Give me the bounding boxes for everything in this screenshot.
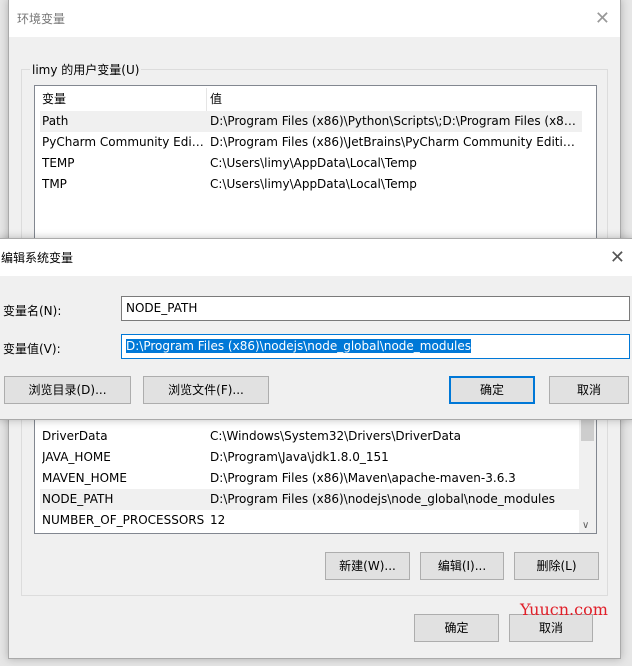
- browse-file-button[interactable]: 浏览文件(F)...: [143, 376, 269, 404]
- variable-name: JAVA_HOME: [42, 450, 111, 464]
- selected-text: D:\Program Files (x86)\nodejs\node_globa…: [126, 339, 472, 353]
- table-row[interactable]: TMP C:\Users\limy\AppData\Local\Temp: [40, 174, 582, 195]
- variable-name-input[interactable]: NODE_PATH: [121, 296, 630, 321]
- ok-button[interactable]: 确定: [414, 614, 499, 642]
- column-header-value[interactable]: 值: [210, 88, 582, 111]
- scrollbar-thumb[interactable]: [581, 419, 594, 441]
- table-row[interactable]: JAVA_HOME D:\Program\Java\jdk1.8.0_151: [40, 447, 582, 468]
- table-row[interactable]: NUMBER_OF_PROCESSORS 12: [40, 510, 582, 531]
- variable-value: D:\Program Files (x86)\Maven\apache-mave…: [210, 471, 516, 485]
- title-bar: 编辑系统变量: [0, 239, 632, 276]
- column-header-name[interactable]: 变量: [42, 88, 207, 111]
- variable-name: DriverData: [42, 429, 108, 443]
- list-header: 变量 值: [40, 88, 582, 111]
- variable-name: Path: [42, 114, 69, 128]
- user-variables-label: limy 的用户变量(U): [30, 61, 142, 78]
- variable-value: D:\Program Files (x86)\JetBrains\PyCharm…: [210, 135, 582, 149]
- user-variables-list[interactable]: 变量 值 Path D:\Program Files (x86)\Python\S…: [34, 85, 597, 245]
- variable-value: C:\Users\limy\AppData\Local\Temp: [210, 156, 417, 170]
- table-row[interactable]: Path D:\Program Files (x86)\Python\Script…: [40, 111, 582, 132]
- table-row[interactable]: TEMP C:\Users\limy\AppData\Local\Temp: [40, 153, 582, 174]
- variable-value: C:\Windows\System32\Drivers\DriverData: [210, 429, 461, 443]
- variable-value: D:\Program Files (x86)\Python\Scripts\;D…: [210, 114, 582, 128]
- edit-button[interactable]: 编辑(I)...: [420, 552, 504, 580]
- table-row[interactable]: DriverData C:\Windows\System32\Drivers\Dr…: [40, 426, 582, 447]
- title-bar: 环境变量: [9, 0, 620, 37]
- system-variables-list[interactable]: DriverData C:\Windows\System32\Drivers\Dr…: [34, 400, 597, 534]
- variable-name-label: 变量名(N):: [3, 304, 62, 318]
- variable-value-label: 变量值(V):: [3, 342, 61, 356]
- browse-directory-button[interactable]: 浏览目录(D)...: [4, 376, 131, 404]
- ok-button[interactable]: 确定: [449, 376, 535, 404]
- variable-value: D:\Program\Java\jdk1.8.0_151: [210, 450, 389, 464]
- edit-system-variable-dialog: 编辑系统变量 ✕ 变量名(N): NODE_PATH 变量值(V): D:\Pr…: [0, 238, 632, 420]
- watermark: Yuucn.com: [520, 600, 608, 619]
- table-row[interactable]: NODE_PATH D:\Program Files (x86)\nodejs\n…: [40, 489, 582, 510]
- variable-name: MAVEN_HOME: [42, 471, 127, 485]
- variable-name: PyCharm Community Editi...: [42, 135, 207, 149]
- variable-name: NODE_PATH: [42, 492, 114, 506]
- variable-value: D:\Program Files (x86)\nodejs\node_globa…: [210, 492, 556, 506]
- variable-name: TEMP: [42, 156, 75, 170]
- variable-value-input[interactable]: D:\Program Files (x86)\nodejs\node_globa…: [121, 334, 630, 359]
- table-row[interactable]: PyCharm Community Editi... D:\Program Fil…: [40, 132, 582, 153]
- delete-button[interactable]: 删除(L): [514, 552, 599, 580]
- dialog-title: 环境变量: [17, 12, 66, 26]
- close-icon[interactable]: ✕: [595, 8, 610, 29]
- scroll-down-icon[interactable]: ∨: [582, 520, 589, 531]
- new-button[interactable]: 新建(W)...: [325, 552, 410, 580]
- cancel-button[interactable]: 取消: [549, 376, 629, 404]
- dialog-title: 编辑系统变量: [1, 251, 74, 265]
- variable-name: TMP: [42, 177, 67, 191]
- scrollbar[interactable]: ∨: [579, 401, 596, 533]
- variable-value: C:\Users\limy\AppData\Local\Temp: [210, 177, 417, 191]
- close-icon[interactable]: ✕: [610, 247, 625, 268]
- table-row[interactable]: MAVEN_HOME D:\Program Files (x86)\Maven\a…: [40, 468, 582, 489]
- variable-value: 12: [210, 513, 226, 527]
- variable-name: NUMBER_OF_PROCESSORS: [42, 513, 205, 527]
